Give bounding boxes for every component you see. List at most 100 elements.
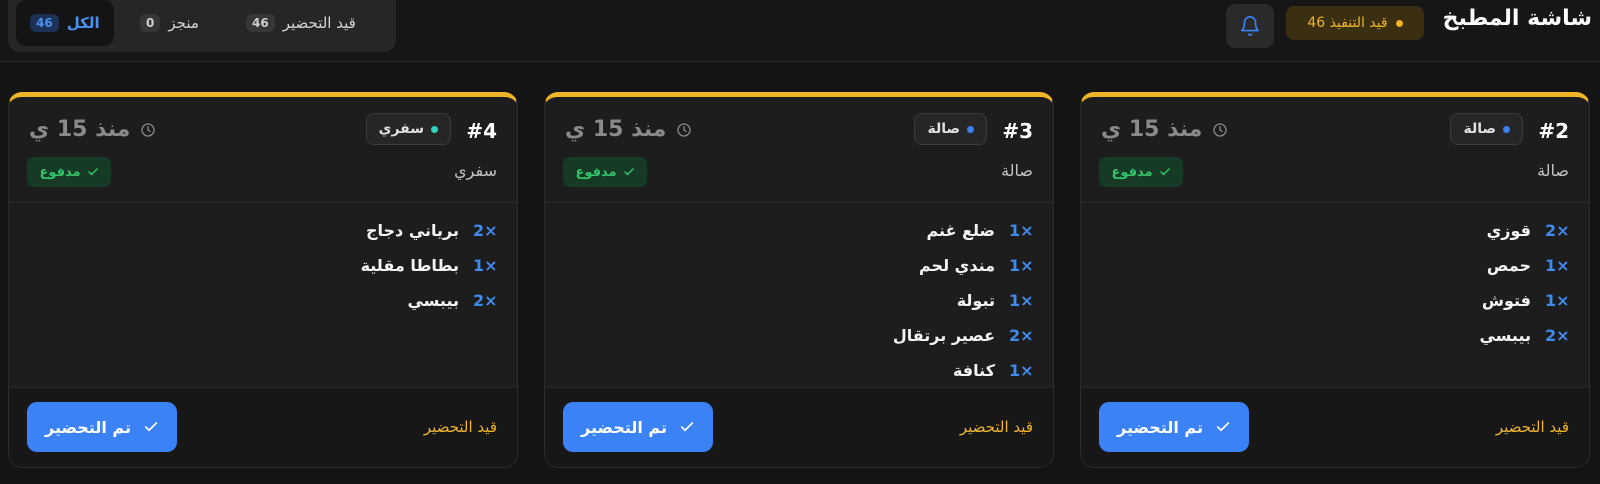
order-item: 1× مندي لحم [565,248,1034,283]
order-number: #2 [1538,119,1569,143]
order-type-label: صالة [927,121,960,137]
order-item: 1× تبولة [565,283,1034,318]
tab-all-count: 46 [30,14,59,32]
item-name: بيبسي [1479,326,1531,345]
paid-label: مدفوع [1111,164,1153,180]
mark-prepared-label: تم التحضير [45,417,131,437]
tab-preparing[interactable]: قيد التحضير 46 [246,0,356,46]
order-item: 1× كنافة [565,353,1034,388]
tab-all-label: الكل [66,14,100,32]
item-quantity: 1× [1545,291,1570,310]
clock-icon [677,122,692,137]
tab-done-count: 0 [140,14,161,32]
order-elapsed-time: منذ 15 ي [565,117,692,142]
item-name: قوزي [1486,221,1531,240]
order-card: #3 صالة منذ 15 ي صالة مدفوع 1× ضلع غنم 1… [544,92,1054,468]
item-name: كنافة [952,361,995,380]
item-quantity: 1× [1009,256,1034,275]
order-item: 2× عصير برتقال [565,318,1034,353]
item-quantity: 2× [1009,326,1034,345]
order-card-header: #2 صالة منذ 15 ي صالة مدفوع [1081,97,1589,203]
order-status: قيد التحضير [423,418,497,436]
order-type-label: صالة [1463,121,1496,137]
item-name: مندي لحم [919,256,995,275]
paid-badge: مدفوع [563,157,647,187]
item-quantity: 2× [1545,326,1570,345]
order-card-footer: قيد التحضير تم التحضير [545,387,1053,467]
item-name: برياني دجاج [365,221,459,240]
top-bar: شاشة المطبخ 46 قيد التنفيذ الكل 46 منجز … [0,0,1600,62]
tab-all[interactable]: الكل 46 [16,0,114,46]
mark-prepared-label: تم التحضير [581,417,667,437]
order-item: 1× حمص [1101,248,1570,283]
order-item: 1× فتوش [1101,283,1570,318]
order-items-list: 1× ضلع غنم 1× مندي لحم 1× تبولة 2× عصير … [565,213,1034,388]
order-items-list: 2× برياني دجاج 1× بطاطا مقلية 2× بيبسي [29,213,498,318]
order-type-label: سفري [378,121,424,137]
order-items-list: 2× قوزي 1× حمص 1× فتوش 2× بيبسي [1101,213,1569,353]
paid-label: مدفوع [575,164,617,180]
order-status: قيد التحضير [959,418,1033,436]
order-number: #3 [1002,119,1033,143]
order-type-badge: سفري [365,113,451,145]
order-status: قيد التحضير [1495,418,1569,436]
order-type-dot-icon [431,125,438,133]
order-subtype: صالة [1537,161,1569,180]
order-item: 2× قوزي [1101,213,1570,248]
order-card-footer: قيد التحضير تم التحضير [1081,387,1589,467]
mark-prepared-button[interactable]: تم التحضير [563,402,713,452]
item-quantity: 2× [1545,221,1570,240]
order-item: 1× ضلع غنم [565,213,1034,248]
check-icon [623,168,634,176]
order-card: #4 سفري منذ 15 ي سفري مدفوع 2× برياني دج… [8,92,518,468]
in-progress-status-pill: 46 قيد التنفيذ [1286,6,1424,40]
order-number: #4 [466,119,497,143]
item-name: فتوش [1481,291,1531,310]
check-icon [1159,168,1170,176]
check-icon [680,422,694,432]
bell-icon [1240,16,1260,36]
in-progress-count: 46 قيد التنفيذ [1307,15,1388,31]
order-type-dot-icon [967,125,974,133]
clock-icon [141,122,156,137]
tab-preparing-label: قيد التحضير [282,14,356,32]
order-item: 2× بيبسي [1101,318,1569,353]
order-subtype: سفري [454,161,497,180]
item-name: بطاطا مقلية [360,256,459,275]
order-elapsed-time: منذ 15 ي [1101,117,1228,142]
order-card: #2 صالة منذ 15 ي صالة مدفوع 2× قوزي 1× ح… [1080,92,1590,468]
order-type-dot-icon [1503,125,1510,133]
page-title: شاشة المطبخ [1442,6,1592,31]
order-item: 2× بيبسي [29,283,497,318]
order-subtype: صالة [1001,161,1033,180]
order-card-footer: قيد التحضير تم التحضير [9,387,517,467]
item-quantity: 1× [1009,221,1034,240]
order-type-badge: صالة [914,113,987,145]
paid-label: مدفوع [39,164,81,180]
order-card-header: #4 سفري منذ 15 ي سفري مدفوع [9,97,517,203]
mark-prepared-label: تم التحضير [1117,417,1203,437]
elapsed-time-text: منذ 15 ي [565,117,667,142]
item-quantity: 1× [1545,256,1570,275]
elapsed-time-text: منذ 15 ي [1101,117,1203,142]
item-quantity: 2× [473,221,498,240]
order-card-header: #3 صالة منذ 15 ي صالة مدفوع [545,97,1053,203]
order-item: 1× بطاطا مقلية [29,248,498,283]
item-name: حمص [1486,256,1531,275]
mark-prepared-button[interactable]: تم التحضير [27,402,177,452]
item-name: ضلع غنم [926,221,996,240]
order-filter-tabs: الكل 46 منجز 0 قيد التحضير 46 [8,0,396,52]
notifications-button[interactable] [1226,4,1274,48]
elapsed-time-text: منذ 15 ي [29,117,131,142]
tab-done[interactable]: منجز 0 [140,0,199,46]
check-icon [87,168,98,176]
item-quantity: 1× [1009,361,1034,380]
item-quantity: 2× [473,291,498,310]
tab-preparing-count: 46 [246,14,275,32]
item-name: بيبسي [407,291,459,310]
tab-done-label: منجز [168,14,199,32]
order-type-badge: صالة [1450,113,1523,145]
mark-prepared-button[interactable]: تم التحضير [1099,402,1249,452]
clock-icon [1213,122,1228,137]
paid-badge: مدفوع [27,157,111,187]
